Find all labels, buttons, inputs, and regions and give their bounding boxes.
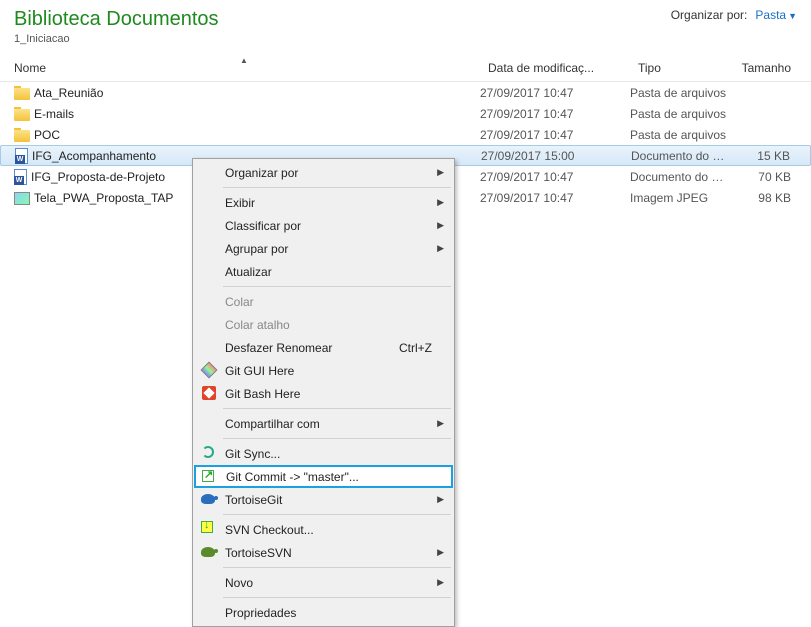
menu-properties[interactable]: Propriedades <box>195 601 452 624</box>
file-date: 27/09/2017 15:00 <box>481 149 631 163</box>
chevron-down-icon: ▼ <box>788 11 797 21</box>
git-sync-icon <box>201 445 217 461</box>
menu-git-bash[interactable]: Git Bash Here <box>195 382 452 405</box>
submenu-arrow-icon: ▶ <box>437 220 444 231</box>
file-name: POC <box>34 128 60 142</box>
file-date: 27/09/2017 10:47 <box>480 170 630 184</box>
file-type: Pasta de arquivos <box>630 86 730 100</box>
organize-label: Organizar por: <box>671 8 748 22</box>
library-subtitle: 1_Iniciacao <box>14 33 219 45</box>
doc-icon <box>14 169 27 185</box>
separator <box>223 514 451 515</box>
menu-git-sync[interactable]: Git Sync... <box>195 442 452 465</box>
svn-checkout-icon <box>201 521 217 537</box>
menu-refresh[interactable]: Atualizar <box>195 260 452 283</box>
file-date: 27/09/2017 10:47 <box>480 86 630 100</box>
menu-svn-checkout[interactable]: SVN Checkout... <box>195 518 452 541</box>
file-name: IFG_Proposta-de-Projeto <box>31 170 165 184</box>
file-size: 70 KB <box>730 170 811 184</box>
separator <box>223 438 451 439</box>
file-name: Tela_PWA_Proposta_TAP <box>34 191 173 205</box>
menu-view[interactable]: Exibir▶ <box>195 191 452 214</box>
menu-undo-rename[interactable]: Desfazer RenomearCtrl+Z <box>195 336 452 359</box>
column-date[interactable]: Data de modificaç... <box>480 59 630 77</box>
menu-paste-shortcut: Colar atalho <box>195 313 452 336</box>
menu-sort-by[interactable]: Classificar por▶ <box>195 214 452 237</box>
library-title: Biblioteca Documentos <box>14 8 219 31</box>
file-name: E-mails <box>34 107 74 121</box>
file-type: Pasta de arquivos <box>630 107 730 121</box>
sort-indicator-icon: ▲ <box>240 56 248 65</box>
file-type: Imagem JPEG <box>630 191 730 205</box>
git-gui-icon <box>201 362 217 378</box>
folder-icon <box>14 88 30 100</box>
file-size: 15 KB <box>731 149 810 163</box>
submenu-arrow-icon: ▶ <box>437 418 444 429</box>
column-type[interactable]: Tipo <box>630 59 730 77</box>
menu-git-commit[interactable]: Git Commit -> "master"... <box>194 465 453 488</box>
submenu-arrow-icon: ▶ <box>437 547 444 558</box>
img-icon <box>14 192 30 205</box>
tortoisesvn-icon <box>201 544 217 560</box>
separator <box>223 567 451 568</box>
file-date: 27/09/2017 10:47 <box>480 191 630 205</box>
separator <box>223 597 451 598</box>
file-date: 27/09/2017 10:47 <box>480 107 630 121</box>
file-date: 27/09/2017 10:47 <box>480 128 630 142</box>
submenu-arrow-icon: ▶ <box>437 167 444 178</box>
menu-git-gui[interactable]: Git GUI Here <box>195 359 452 382</box>
file-row[interactable]: Ata_Reunião 27/09/2017 10:47Pasta de arqu… <box>0 82 811 103</box>
organize-value[interactable]: Pasta▼ <box>755 8 797 22</box>
menu-new[interactable]: Novo▶ <box>195 571 452 594</box>
library-header: Biblioteca Documentos 1_Iniciacao Organi… <box>0 0 811 49</box>
organize-by-control[interactable]: Organizar por: Pasta▼ <box>671 8 797 22</box>
column-size[interactable]: Tamanho <box>730 59 811 77</box>
file-size: 98 KB <box>730 191 811 205</box>
git-bash-icon <box>201 385 217 401</box>
file-row[interactable]: E-mails 27/09/2017 10:47Pasta de arquivos <box>0 103 811 124</box>
submenu-arrow-icon: ▶ <box>437 494 444 505</box>
context-menu: Organizar por▶ Exibir▶ Classificar por▶ … <box>192 158 455 627</box>
file-row[interactable]: POC 27/09/2017 10:47Pasta de arquivos <box>0 124 811 145</box>
menu-group-by[interactable]: Agrupar por▶ <box>195 237 452 260</box>
separator <box>223 408 451 409</box>
menu-tortoisegit[interactable]: TortoiseGit▶ <box>195 488 452 511</box>
menu-tortoisesvn[interactable]: TortoiseSVN▶ <box>195 541 452 564</box>
file-type: Documento do Mi... <box>630 170 730 184</box>
git-commit-icon <box>202 470 218 486</box>
shortcut-label: Ctrl+Z <box>399 341 432 355</box>
file-type: Pasta de arquivos <box>630 128 730 142</box>
file-type: Documento do Mi... <box>631 149 731 163</box>
file-name: Ata_Reunião <box>34 86 103 100</box>
submenu-arrow-icon: ▶ <box>437 197 444 208</box>
folder-icon <box>14 109 30 121</box>
column-name[interactable]: Nome ▲ <box>0 59 480 77</box>
separator <box>223 187 451 188</box>
separator <box>223 286 451 287</box>
submenu-arrow-icon: ▶ <box>437 577 444 588</box>
folder-icon <box>14 130 30 142</box>
submenu-arrow-icon: ▶ <box>437 243 444 254</box>
menu-organize-by[interactable]: Organizar por▶ <box>195 161 452 184</box>
file-name: IFG_Acompanhamento <box>32 149 156 163</box>
menu-share-with[interactable]: Compartilhar com▶ <box>195 412 452 435</box>
doc-icon <box>15 148 28 164</box>
tortoisegit-icon <box>201 491 217 507</box>
menu-paste: Colar <box>195 290 452 313</box>
column-headers: Nome ▲ Data de modificaç... Tipo Tamanho <box>0 55 811 82</box>
